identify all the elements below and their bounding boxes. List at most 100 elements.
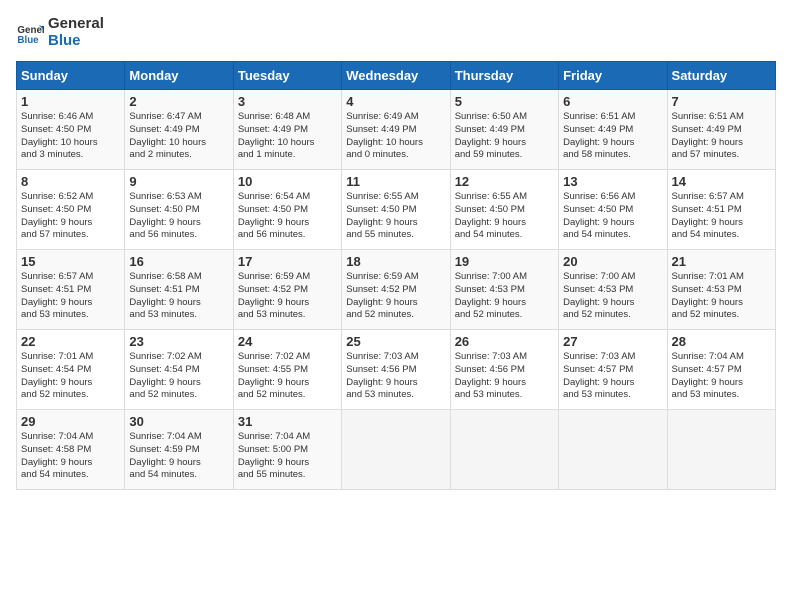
day-number: 24 (238, 334, 337, 349)
calendar-cell: 21Sunrise: 7:01 AM Sunset: 4:53 PM Dayli… (667, 250, 775, 330)
day-info: Sunrise: 6:54 AM Sunset: 4:50 PM Dayligh… (238, 191, 337, 242)
calendar-cell: 26 Sunrise: 7:03 AM Sunset: 4:56 PM Dayli… (450, 330, 558, 410)
day-info: Sunrise: 6:59 AM Sunset: 4:52 PM Dayligh… (346, 271, 445, 322)
calendar-cell: 24 Sunrise: 7:02 AM Sunset: 4:55 PM Dayli… (233, 330, 341, 410)
col-header-saturday: Saturday (667, 62, 775, 90)
calendar-cell: 12 Sunrise: 6:55 AM Sunset: 4:50 PM Dayli… (450, 170, 558, 250)
day-info: Sunrise: 7:04 AM Sunset: 4:58 PM Dayligh… (21, 431, 120, 482)
calendar-cell: 6 Sunrise: 6:51 AM Sunset: 4:49 PM Daylig… (559, 90, 667, 170)
week-row-2: 8Sunrise: 6:52 AM Sunset: 4:50 PM Daylig… (17, 170, 776, 250)
calendar-cell: 15 Sunrise: 6:57 AM Sunset: 4:51 PM Dayli… (17, 250, 125, 330)
calendar-cell: 25Sunrise: 7:03 AM Sunset: 4:56 PM Dayli… (342, 330, 450, 410)
day-number: 12 (455, 174, 554, 189)
day-number: 23 (129, 334, 228, 349)
day-info: Sunrise: 6:51 AM Sunset: 4:49 PM Dayligh… (563, 111, 662, 162)
col-header-friday: Friday (559, 62, 667, 90)
col-header-wednesday: Wednesday (342, 62, 450, 90)
day-number: 22 (21, 334, 120, 349)
day-info: Sunrise: 6:52 AM Sunset: 4:50 PM Dayligh… (21, 191, 120, 242)
day-info: Sunrise: 7:04 AM Sunset: 4:57 PM Dayligh… (672, 351, 771, 402)
calendar-cell: 18Sunrise: 6:59 AM Sunset: 4:52 PM Dayli… (342, 250, 450, 330)
calendar-cell: 31 Sunrise: 7:04 AM Sunset: 5:00 PM Dayli… (233, 410, 341, 490)
calendar-cell: 30Sunrise: 7:04 AM Sunset: 4:59 PM Dayli… (125, 410, 233, 490)
day-number: 4 (346, 94, 445, 109)
calendar-cell: 11Sunrise: 6:55 AM Sunset: 4:50 PM Dayli… (342, 170, 450, 250)
calendar-cell: 7 Sunrise: 6:51 AM Sunset: 4:49 PM Daylig… (667, 90, 775, 170)
day-info: Sunrise: 7:03 AM Sunset: 4:57 PM Dayligh… (563, 351, 662, 402)
calendar-cell: 27 Sunrise: 7:03 AM Sunset: 4:57 PM Dayli… (559, 330, 667, 410)
day-info: Sunrise: 6:55 AM Sunset: 4:50 PM Dayligh… (346, 191, 445, 242)
day-info: Sunrise: 6:51 AM Sunset: 4:49 PM Dayligh… (672, 111, 771, 162)
day-info: Sunrise: 7:00 AM Sunset: 4:53 PM Dayligh… (455, 271, 554, 322)
calendar-cell (450, 410, 558, 490)
day-info: Sunrise: 6:48 AM Sunset: 4:49 PM Dayligh… (238, 111, 337, 162)
day-number: 20 (563, 254, 662, 269)
calendar-cell: 1 Sunrise: 6:46 AM Sunset: 4:50 PM Daylig… (17, 90, 125, 170)
calendar-cell: 16Sunrise: 6:58 AM Sunset: 4:51 PM Dayli… (125, 250, 233, 330)
day-info: Sunrise: 7:02 AM Sunset: 4:55 PM Dayligh… (238, 351, 337, 402)
calendar-cell: 23 Sunrise: 7:02 AM Sunset: 4:54 PM Dayli… (125, 330, 233, 410)
day-number: 17 (238, 254, 337, 269)
calendar-cell: 14Sunrise: 6:57 AM Sunset: 4:51 PM Dayli… (667, 170, 775, 250)
col-header-monday: Monday (125, 62, 233, 90)
logo: General Blue General Blue (16, 16, 104, 49)
day-info: Sunrise: 7:02 AM Sunset: 4:54 PM Dayligh… (129, 351, 228, 402)
day-number: 16 (129, 254, 228, 269)
svg-text:Blue: Blue (17, 34, 39, 45)
day-info: Sunrise: 6:53 AM Sunset: 4:50 PM Dayligh… (129, 191, 228, 242)
day-info: Sunrise: 7:03 AM Sunset: 4:56 PM Dayligh… (346, 351, 445, 402)
day-number: 28 (672, 334, 771, 349)
day-number: 15 (21, 254, 120, 269)
day-info: Sunrise: 6:46 AM Sunset: 4:50 PM Dayligh… (21, 111, 120, 162)
day-info: Sunrise: 6:49 AM Sunset: 4:49 PM Dayligh… (346, 111, 445, 162)
calendar-cell (667, 410, 775, 490)
day-number: 5 (455, 94, 554, 109)
calendar-cell: 3 Sunrise: 6:48 AM Sunset: 4:49 PM Daylig… (233, 90, 341, 170)
day-number: 27 (563, 334, 662, 349)
day-number: 7 (672, 94, 771, 109)
logo-general: General (48, 16, 104, 33)
day-info: Sunrise: 6:56 AM Sunset: 4:50 PM Dayligh… (563, 191, 662, 242)
calendar-cell: 5 Sunrise: 6:50 AM Sunset: 4:49 PM Daylig… (450, 90, 558, 170)
day-info: Sunrise: 7:01 AM Sunset: 4:54 PM Dayligh… (21, 351, 120, 402)
day-info: Sunrise: 6:57 AM Sunset: 4:51 PM Dayligh… (21, 271, 120, 322)
day-number: 9 (129, 174, 228, 189)
calendar-cell: 9 Sunrise: 6:53 AM Sunset: 4:50 PM Daylig… (125, 170, 233, 250)
calendar-cell: 4 Sunrise: 6:49 AM Sunset: 4:49 PM Daylig… (342, 90, 450, 170)
calendar-table: SundayMondayTuesdayWednesdayThursdayFrid… (16, 61, 776, 490)
day-info: Sunrise: 6:57 AM Sunset: 4:51 PM Dayligh… (672, 191, 771, 242)
day-info: Sunrise: 7:04 AM Sunset: 5:00 PM Dayligh… (238, 431, 337, 482)
calendar-cell: 10Sunrise: 6:54 AM Sunset: 4:50 PM Dayli… (233, 170, 341, 250)
calendar-cell: 17Sunrise: 6:59 AM Sunset: 4:52 PM Dayli… (233, 250, 341, 330)
calendar-cell: 2 Sunrise: 6:47 AM Sunset: 4:49 PM Daylig… (125, 90, 233, 170)
day-number: 3 (238, 94, 337, 109)
day-number: 30 (129, 414, 228, 429)
logo-blue: Blue (48, 33, 104, 50)
calendar-cell: 29 Sunrise: 7:04 AM Sunset: 4:58 PM Dayli… (17, 410, 125, 490)
week-row-1: 1 Sunrise: 6:46 AM Sunset: 4:50 PM Daylig… (17, 90, 776, 170)
calendar-cell: 28 Sunrise: 7:04 AM Sunset: 4:57 PM Dayli… (667, 330, 775, 410)
day-number: 6 (563, 94, 662, 109)
day-info: Sunrise: 7:03 AM Sunset: 4:56 PM Dayligh… (455, 351, 554, 402)
day-number: 21 (672, 254, 771, 269)
day-number: 1 (21, 94, 120, 109)
day-number: 19 (455, 254, 554, 269)
calendar-cell (559, 410, 667, 490)
calendar-cell: 19 Sunrise: 7:00 AM Sunset: 4:53 PM Dayli… (450, 250, 558, 330)
header-row: SundayMondayTuesdayWednesdayThursdayFrid… (17, 62, 776, 90)
week-row-4: 22 Sunrise: 7:01 AM Sunset: 4:54 PM Dayli… (17, 330, 776, 410)
day-info: Sunrise: 6:50 AM Sunset: 4:49 PM Dayligh… (455, 111, 554, 162)
header: General Blue General Blue (16, 16, 776, 49)
logo-icon: General Blue (16, 19, 44, 47)
day-number: 2 (129, 94, 228, 109)
day-info: Sunrise: 6:47 AM Sunset: 4:49 PM Dayligh… (129, 111, 228, 162)
day-number: 29 (21, 414, 120, 429)
day-info: Sunrise: 6:55 AM Sunset: 4:50 PM Dayligh… (455, 191, 554, 242)
day-number: 31 (238, 414, 337, 429)
calendar-cell: 8Sunrise: 6:52 AM Sunset: 4:50 PM Daylig… (17, 170, 125, 250)
col-header-tuesday: Tuesday (233, 62, 341, 90)
day-number: 26 (455, 334, 554, 349)
calendar-cell (342, 410, 450, 490)
day-number: 13 (563, 174, 662, 189)
calendar-cell: 20Sunrise: 7:00 AM Sunset: 4:53 PM Dayli… (559, 250, 667, 330)
